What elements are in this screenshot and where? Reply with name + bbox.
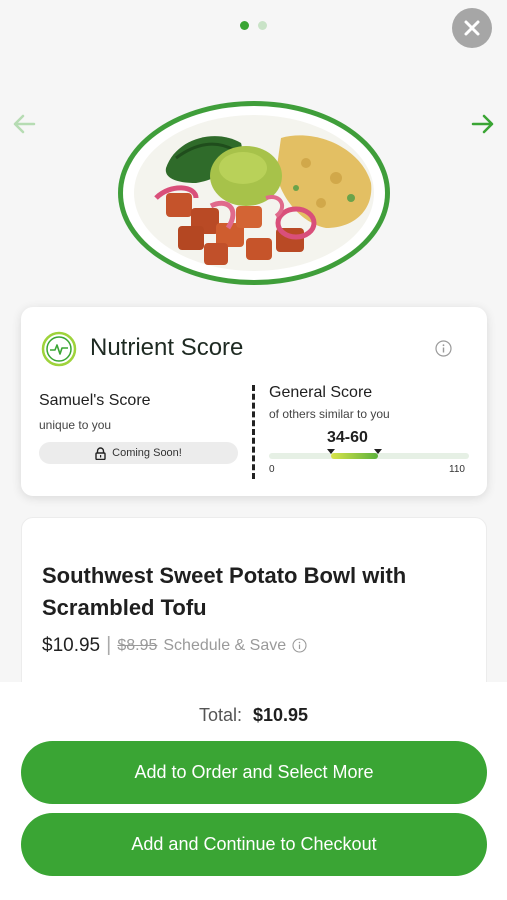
close-icon [464,20,480,36]
compare-price: $8.95 [117,636,158,654]
range-marker-low [326,449,335,454]
arrow-left-icon[interactable] [10,110,38,138]
carousel-pagination [240,21,267,30]
nutrient-score-card: Nutrient Score Samuel's Score unique to … [21,307,487,496]
carousel-dot-active[interactable] [240,21,249,30]
score-axis-min: 0 [269,464,275,475]
price-separator: | [106,634,112,656]
pulse-circle-icon [41,331,77,367]
section-divider [252,385,255,479]
general-score-subtitle: of others similar to you [269,407,390,421]
close-button[interactable] [452,8,492,48]
nutrient-score-title: Nutrient Score [90,334,244,361]
info-icon[interactable] [435,340,452,357]
general-score-section: General Score of others similar to you [269,384,469,421]
total-value: $10.95 [252,705,309,725]
add-and-checkout-button[interactable]: Add and Continue to Checkout [21,813,487,876]
order-footer: Total: $10.95 Add to Order and Select Mo… [0,682,507,900]
add-to-order-button[interactable]: Add to Order and Select More [21,741,487,804]
schedule-save-label: Schedule & Save [163,636,287,654]
carousel-dot[interactable] [258,21,267,30]
product-price: $10.95 [42,634,101,656]
arrow-right-icon[interactable] [469,110,497,138]
general-score-range-label: 34-60 [327,429,368,446]
personal-score-title: Samuel's Score [39,392,151,409]
product-image-carousel[interactable] [0,0,507,300]
score-range-track [269,449,469,459]
total-label: Total: [198,705,242,725]
total-row: Total: $10.95 [0,705,507,726]
lock-icon [95,446,106,460]
score-axis-max: 110 [449,464,465,475]
personal-score-subtitle: unique to you [39,418,112,432]
food-bowl-image [118,101,390,285]
range-marker-high [374,449,383,454]
general-score-title: General Score [269,384,373,401]
coming-soon-label: Coming Soon! [112,447,182,459]
info-icon[interactable] [292,638,307,653]
product-name: Southwest Sweet Potato Bowl with Scrambl… [42,563,407,620]
price-row: $10.95 | $8.95 Schedule & Save [42,634,307,657]
score-range-fill [330,453,379,459]
personal-score-section: Samuel's Score unique to you Coming Soon… [39,392,239,464]
coming-soon-badge: Coming Soon! [39,442,238,464]
